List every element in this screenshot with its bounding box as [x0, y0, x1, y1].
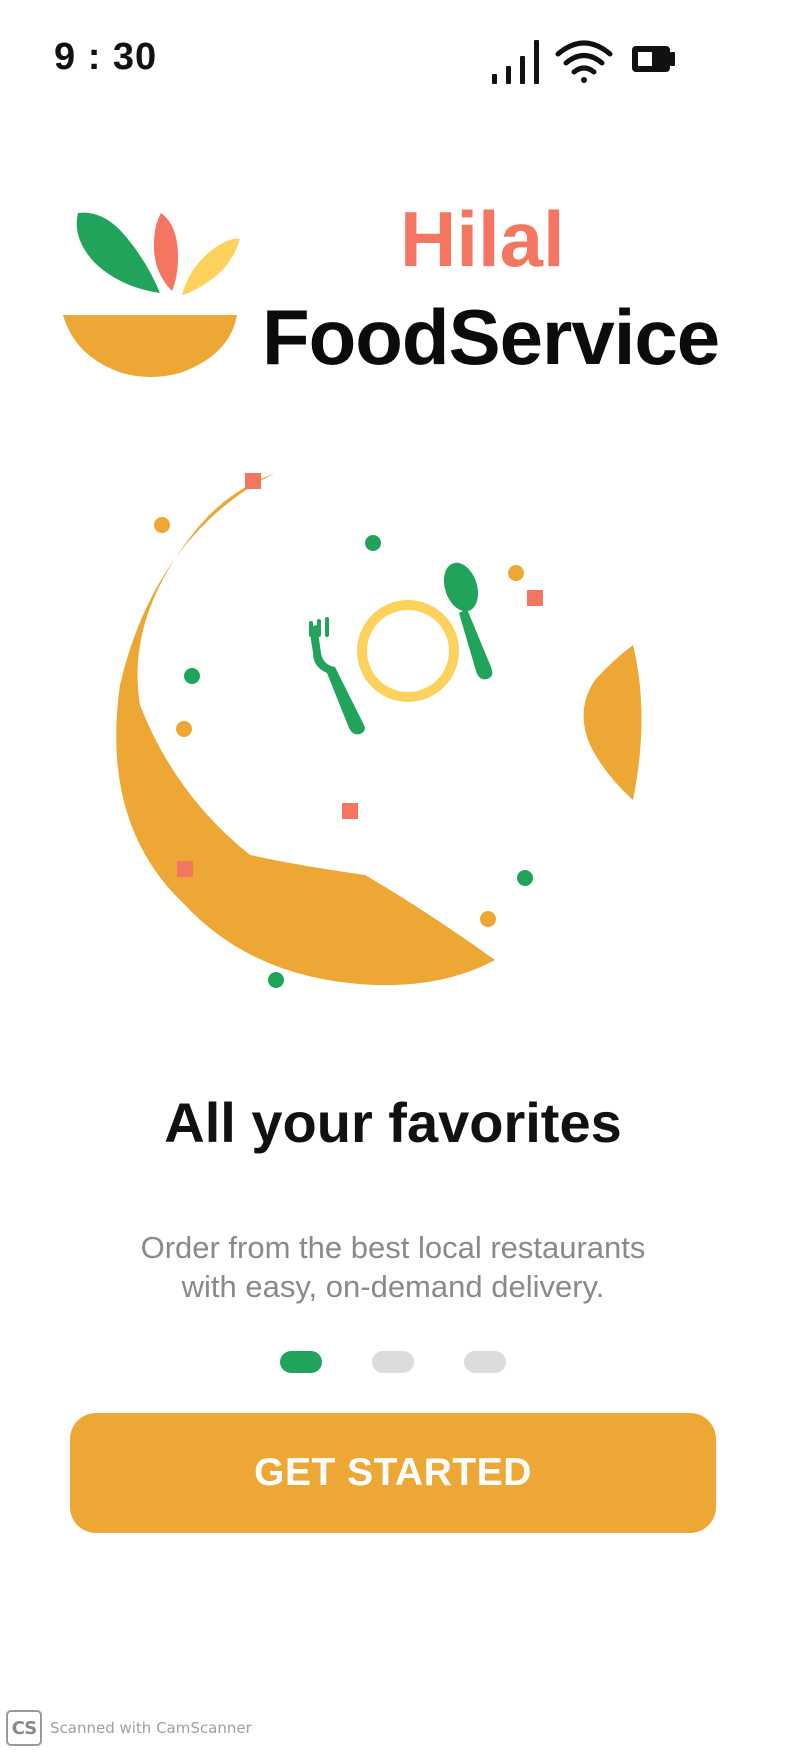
- food-bowl-logo-icon: [63, 212, 240, 377]
- signal-icon: [492, 40, 539, 84]
- onboarding-subtitle-line2: with easy, on-demand delivery.: [181, 1269, 605, 1304]
- status-bar: 9 : 30: [0, 0, 786, 120]
- onboarding-subtitle-line1: Order from the best local restaurants: [140, 1230, 646, 1265]
- status-time: 9 : 30: [54, 36, 158, 78]
- brand-name-line2: FoodService: [262, 293, 720, 381]
- get-started-button[interactable]: GET STARTED: [70, 1413, 716, 1533]
- status-icons: [492, 40, 675, 84]
- camscanner-watermark: CS Scanned with CamScanner: [6, 1707, 252, 1749]
- watermark-text: Scanned with CamScanner: [50, 1719, 252, 1737]
- page-indicator-dot-1[interactable]: [280, 1351, 322, 1373]
- plate-fork-spoon-illustration: [116, 473, 642, 988]
- onboarding-subtitle: Order from the best local restaurants wi…: [100, 1228, 686, 1306]
- battery-icon: [632, 46, 675, 72]
- page-indicator-dot-2[interactable]: [372, 1351, 414, 1373]
- onboarding-title: All your favorites: [164, 1091, 622, 1154]
- wifi-icon: [555, 40, 613, 83]
- page-indicator: [0, 1351, 786, 1375]
- camscanner-logo-icon: CS: [6, 1710, 42, 1746]
- page-indicator-dot-3[interactable]: [464, 1351, 506, 1373]
- brand-name-line1: Hilal: [400, 195, 565, 283]
